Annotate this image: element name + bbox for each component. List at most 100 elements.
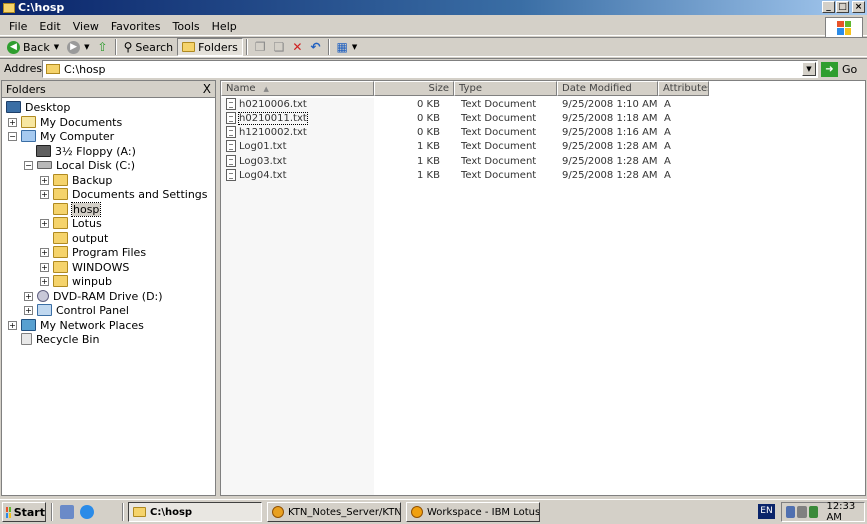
standard-toolbar: ◀ Back ▼ ▶ ▼ ⇧ ⚲ Search Folders ❐ ❏ ✕ ↶ …: [0, 37, 867, 57]
back-button[interactable]: ◀ Back ▼: [3, 38, 63, 56]
column-header-size[interactable]: Size: [374, 81, 454, 96]
column-header-name[interactable]: Name ▲: [221, 81, 374, 96]
task-button-lotus-workspace[interactable]: Workspace - IBM Lotus N...: [406, 502, 540, 522]
back-arrow-icon: ◀: [7, 40, 20, 54]
tree-item-backup[interactable]: + Backup: [40, 173, 112, 187]
internet-explorer-icon[interactable]: [80, 505, 94, 519]
tree-item-local-disk[interactable]: − Local Disk (C:): [24, 158, 135, 172]
dropdown-arrow-icon[interactable]: ▼: [352, 43, 357, 51]
file-name: h0210011.txt: [238, 111, 308, 125]
address-input[interactable]: C:\hosp ▼: [42, 60, 818, 78]
search-label: Search: [135, 40, 174, 54]
close-button[interactable]: ×: [852, 1, 865, 13]
title-bar[interactable]: C:\hosp _ □ ×: [0, 0, 867, 15]
column-header-date-modified[interactable]: Date Modified: [557, 81, 658, 96]
tree-item-floppy[interactable]: 3½ Floppy (A:): [36, 144, 136, 158]
folders-button[interactable]: Folders: [177, 38, 243, 56]
menu-edit[interactable]: Edit: [33, 20, 66, 33]
file-attributes: A: [664, 155, 671, 167]
expand-button[interactable]: +: [24, 305, 33, 315]
tree-item-dvd-drive[interactable]: + DVD-RAM Drive (D:): [24, 289, 163, 303]
task-button-hosp[interactable]: C:\hosp: [128, 502, 262, 522]
expand-button[interactable]: +: [40, 262, 49, 272]
up-folder-button[interactable]: ⇧: [94, 38, 112, 56]
expand-button[interactable]: +: [24, 291, 33, 301]
forward-button[interactable]: ▶ ▼: [63, 38, 93, 56]
expand-button[interactable]: +: [40, 276, 49, 286]
menu-view[interactable]: View: [67, 20, 105, 33]
network-tray-icon[interactable]: [786, 506, 796, 518]
minimize-button[interactable]: _: [822, 1, 835, 13]
tree-item-hosp[interactable]: hosp: [53, 201, 102, 217]
tree-item-documents-and-settings[interactable]: + Documents and Settings: [40, 187, 208, 201]
tree-item-my-documents[interactable]: + My Documents: [8, 115, 122, 129]
expand-button[interactable]: +: [8, 320, 17, 330]
expand-button[interactable]: +: [40, 247, 49, 257]
volume-tray-icon[interactable]: [797, 506, 807, 518]
tree-item-control-panel[interactable]: + Control Panel: [24, 303, 129, 317]
tree-item-my-network-places[interactable]: + My Network Places: [8, 318, 144, 332]
collapse-button[interactable]: −: [24, 160, 33, 170]
tree-item-output[interactable]: output: [53, 231, 108, 245]
column-header-attributes[interactable]: Attributes: [658, 81, 709, 96]
file-row[interactable]: Log01.txt 1 KB Text Document 9/25/2008 1…: [221, 139, 671, 153]
undo-button[interactable]: ↶: [306, 38, 324, 56]
views-button[interactable]: ▦ ▼: [333, 38, 362, 56]
move-to-button[interactable]: ❐: [251, 38, 270, 56]
tree-item-lotus[interactable]: + Lotus: [40, 216, 102, 230]
file-row[interactable]: Log03.txt 1 KB Text Document 9/25/2008 1…: [221, 154, 671, 168]
file-type: Text Document: [461, 98, 537, 110]
expand-button[interactable]: +: [40, 175, 49, 185]
tree-label: Desktop: [25, 100, 71, 114]
menu-help[interactable]: Help: [206, 20, 243, 33]
expand-button[interactable]: +: [8, 117, 17, 127]
folder-icon: [53, 188, 68, 200]
language-indicator[interactable]: EN: [758, 504, 775, 519]
tree-label: My Computer: [40, 129, 115, 143]
dropdown-arrow-icon[interactable]: ▼: [54, 43, 59, 51]
menu-tools[interactable]: Tools: [167, 20, 206, 33]
text-file-icon: [226, 126, 236, 138]
address-dropdown-button[interactable]: ▼: [802, 62, 816, 76]
file-row[interactable]: h1210002.txt 0 KB Text Document 9/25/200…: [221, 125, 671, 139]
file-row[interactable]: h0210011.txt 0 KB Text Document 9/25/200…: [221, 111, 671, 125]
folders-label: Folders: [198, 40, 238, 54]
tree-item-my-computer[interactable]: − My Computer: [8, 129, 114, 143]
start-button[interactable]: Start: [2, 502, 46, 522]
collapse-button[interactable]: −: [8, 131, 17, 141]
tree-item-desktop[interactable]: Desktop: [6, 100, 70, 114]
tree-item-winpub[interactable]: + winpub: [40, 274, 112, 288]
tree-item-program-files[interactable]: + Program Files: [40, 245, 146, 259]
maximize-button[interactable]: □: [836, 1, 849, 13]
tree-label: hosp: [70, 201, 102, 217]
go-button[interactable]: ➜ Go: [821, 60, 857, 78]
folder-icon: [53, 232, 68, 244]
file-size: 0 KB: [417, 112, 440, 124]
clock[interactable]: 12:33 AM: [826, 501, 864, 523]
my-computer-icon: [21, 130, 36, 142]
tree-label: output: [72, 231, 109, 245]
file-attributes: A: [664, 112, 671, 124]
column-header-type[interactable]: Type: [454, 81, 557, 96]
tree-item-recycle-bin[interactable]: Recycle Bin: [21, 332, 99, 346]
security-tray-icon[interactable]: [808, 506, 819, 518]
close-pane-button[interactable]: X: [203, 82, 211, 96]
copy-to-button[interactable]: ❏: [270, 38, 289, 56]
show-desktop-icon[interactable]: [60, 505, 74, 519]
tree-item-windows[interactable]: + WINDOWS: [40, 260, 129, 274]
menu-favorites[interactable]: Favorites: [105, 20, 167, 33]
file-row[interactable]: Log04.txt 1 KB Text Document 9/25/2008 1…: [221, 168, 671, 182]
folder-icon: [53, 261, 68, 273]
delete-button[interactable]: ✕: [288, 38, 306, 56]
search-button[interactable]: ⚲ Search: [120, 38, 178, 56]
task-button-ktn-notes-server[interactable]: KTN_Notes_Server/KTNB...: [267, 502, 401, 522]
expand-button[interactable]: +: [40, 218, 49, 228]
file-name: Log03.txt: [239, 155, 287, 167]
file-row[interactable]: h0210006.txt 0 KB Text Document 9/25/200…: [221, 97, 671, 111]
file-date-modified: 9/25/2008 1:28 AM: [562, 140, 658, 152]
file-list-pane[interactable]: Name ▲ Size Type Date Modified Attributes…: [220, 80, 866, 496]
tree-label: Lotus: [72, 216, 102, 230]
menu-file[interactable]: File: [3, 20, 33, 33]
dropdown-arrow-icon[interactable]: ▼: [84, 43, 89, 51]
expand-button[interactable]: +: [40, 189, 49, 199]
